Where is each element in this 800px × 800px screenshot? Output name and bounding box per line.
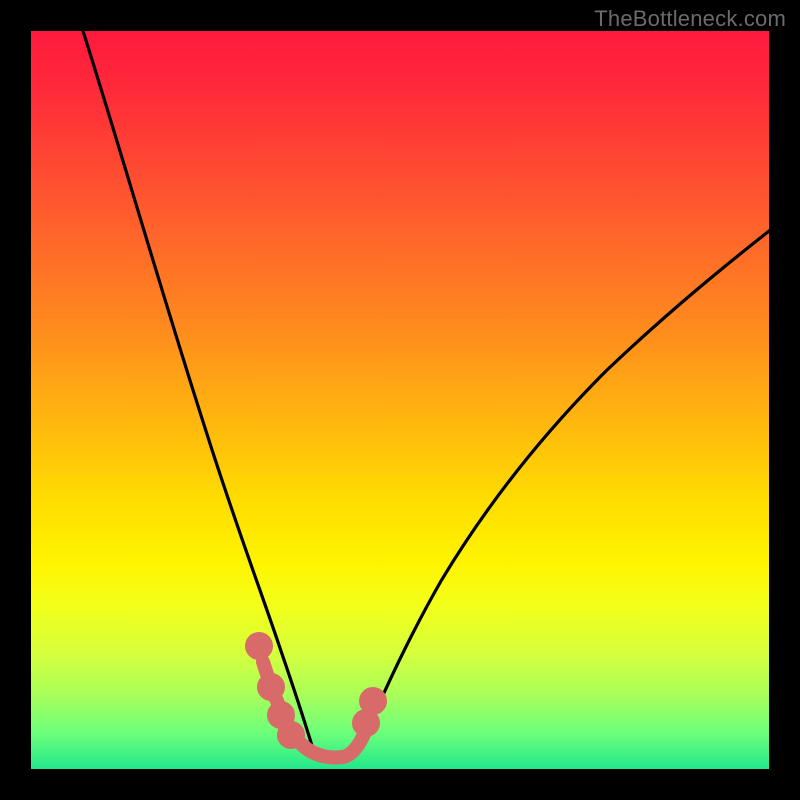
left-curve — [83, 31, 313, 749]
watermark-text: TheBottleneck.com — [594, 6, 786, 32]
notch-markers — [252, 639, 380, 757]
right-curve — [357, 231, 769, 753]
chart-svg — [31, 31, 769, 769]
curve-layer — [83, 31, 769, 753]
outer-frame: TheBottleneck.com — [0, 0, 800, 800]
